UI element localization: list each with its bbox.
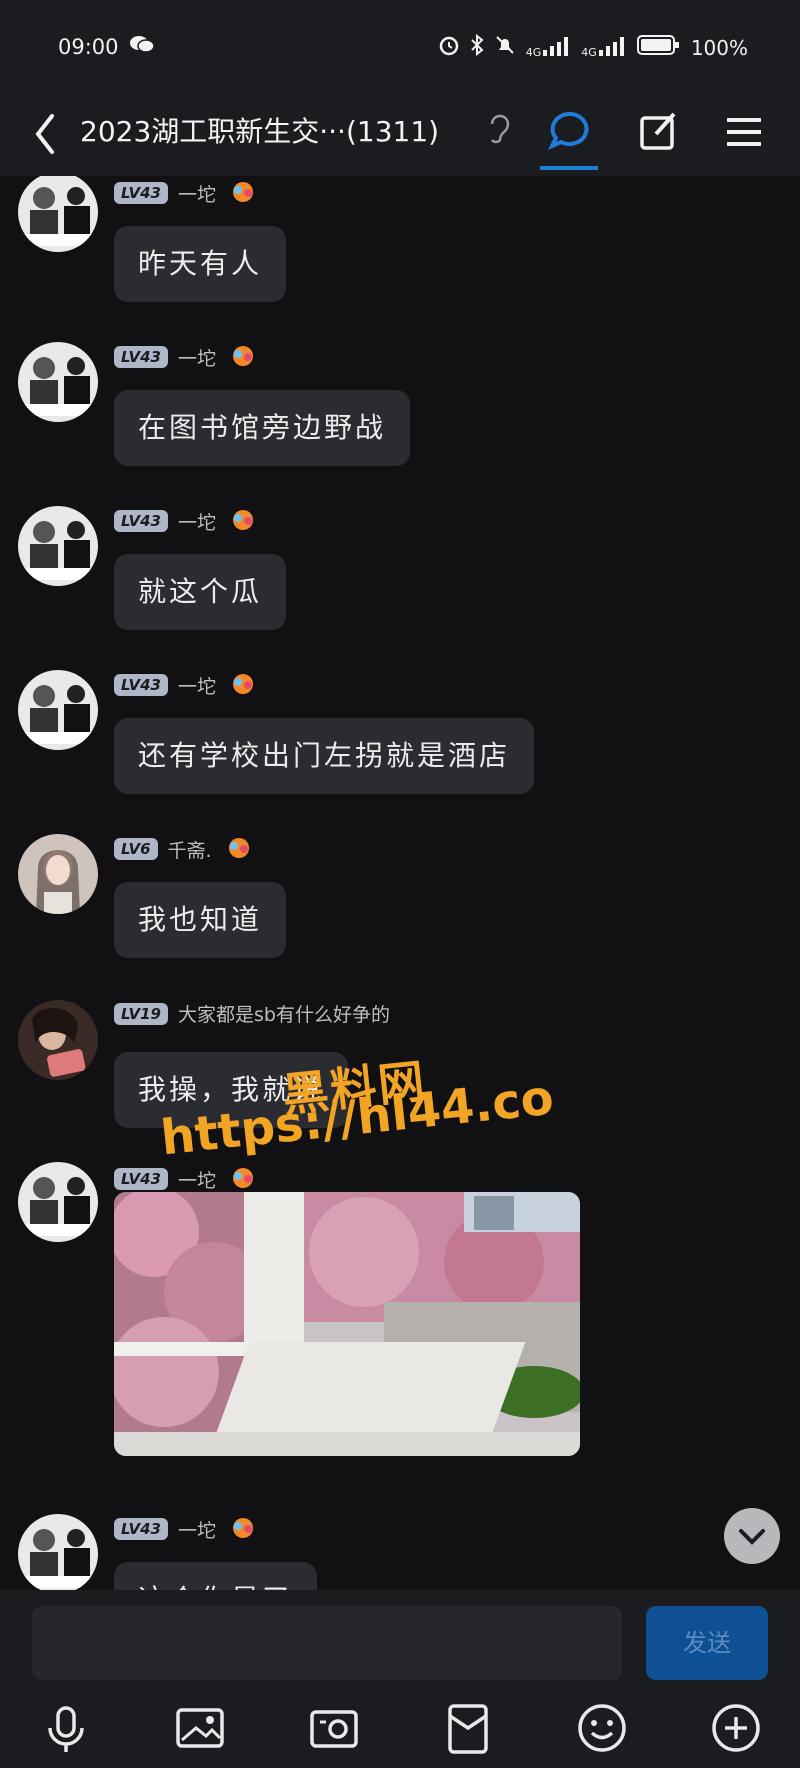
avatar[interactable] [18,1162,98,1242]
more-button[interactable] [708,1700,764,1756]
chat-bubble-icon [547,111,589,151]
chevron-down-icon [739,1529,765,1545]
alarm-icon [438,34,460,61]
level-badge: LV43 [114,346,168,368]
active-tab-indicator [540,166,598,170]
chat-tab-button[interactable] [540,100,600,164]
sender-name[interactable]: 千斋. [168,836,212,863]
back-button[interactable] [22,102,72,162]
avatar[interactable] [18,834,98,914]
message-bubble[interactable]: 在图书馆旁边野战 [114,390,411,466]
title-badge-icon [226,342,260,372]
sender-name[interactable]: 一坨 [178,180,216,207]
smile-icon [578,1704,626,1752]
red-packet-icon [448,1704,488,1754]
chat-header: 2023湖工职新生交···(1311) [0,88,800,176]
send-button[interactable]: 发送 [646,1606,768,1680]
sender-name[interactable]: 一坨 [178,1516,216,1543]
level-badge: LV43 [114,674,168,696]
wechat-icon [129,35,155,59]
camera-button[interactable] [306,1700,362,1756]
plus-circle-icon [712,1704,760,1752]
sender-name[interactable]: 一坨 [178,508,216,535]
title-badge-icon [226,506,260,536]
level-badge: LV43 [114,182,168,204]
battery-level: 100% [690,35,748,60]
avatar[interactable] [18,1514,98,1590]
sender-name[interactable]: 一坨 [178,672,216,699]
level-badge: LV43 [114,1518,168,1540]
red-packet-button[interactable] [440,1700,496,1756]
mute-icon [494,34,516,61]
level-badge: LV43 [114,510,168,532]
title-badge-icon [226,178,260,208]
avatar[interactable] [18,1000,98,1080]
status-bar: 09:00 4G 4G 100% [0,0,800,88]
message-bubble[interactable]: 还有学校出门左拐就是酒店 [114,718,535,794]
title-badge-icon [226,1164,260,1194]
avatar[interactable] [18,176,98,252]
image-icon [176,1708,224,1748]
composer: 发送 [0,1590,800,1768]
chat-title[interactable]: 2023湖工职新生交···(1311) [80,110,439,150]
message-bubble[interactable]: 这个你是了 [114,1562,318,1590]
message-bubble[interactable]: 昨天有人 [114,226,287,302]
status-time: 09:00 [58,35,119,59]
level-badge: LV43 [114,1168,168,1190]
microphone-icon [48,1706,84,1752]
sender-name[interactable]: 大家都是sb有什么好争的 [178,1000,390,1027]
message-bubble[interactable]: 我也知道 [114,882,287,958]
menu-icon [727,118,761,146]
voice-button[interactable] [38,1700,94,1756]
scroll-to-bottom-button[interactable] [724,1508,780,1564]
ear-icon [484,108,514,152]
edit-icon [640,112,676,150]
avatar[interactable] [18,342,98,422]
battery-icon [636,34,681,61]
edit-button[interactable] [630,100,690,164]
signal-icon-1: 4G [526,36,572,59]
title-badge-icon [226,670,260,700]
level-badge: LV19 [114,1002,168,1025]
emoji-button[interactable] [574,1700,630,1756]
title-badge-icon [226,1514,260,1544]
signal-icon-2: 4G [581,36,627,59]
chevron-left-icon [35,114,54,154]
menu-button[interactable] [715,100,775,164]
camera-icon [310,1710,358,1748]
sender-name[interactable]: 一坨 [178,344,216,371]
message-input[interactable] [32,1606,622,1680]
avatar[interactable] [18,670,98,750]
bluetooth-icon [470,33,484,61]
title-badge-icon [222,834,256,864]
message-photo[interactable] [114,1192,580,1456]
message-bubble[interactable]: 就这个瓜 [114,554,287,630]
avatar[interactable] [18,506,98,586]
sender-name[interactable]: 一坨 [178,1166,216,1193]
gallery-button[interactable] [172,1700,228,1756]
message-list[interactable]: LV43 一坨 昨天有人 LV43 一坨 在图书馆旁边野战 LV43 一坨 就这… [0,176,800,1590]
level-badge: LV6 [114,838,158,860]
